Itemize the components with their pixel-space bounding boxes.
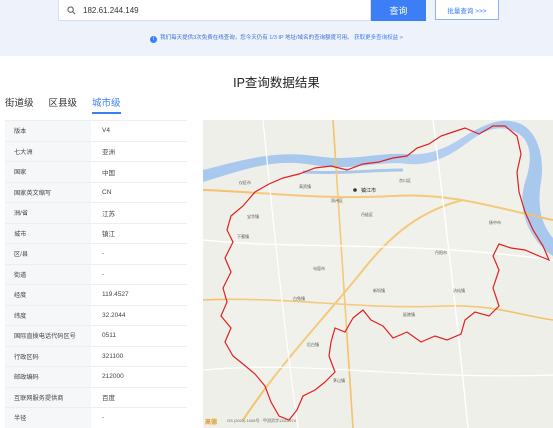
location-map[interactable]: 镇江市 丹徒区 句容市 扬中市 丹阳市 京口区 润州区 宝华镇 下蜀镇 白兔镇 … — [203, 120, 553, 428]
search-box[interactable] — [58, 0, 371, 21]
table-row: 国际直拨电话代码区号 0511 — [5, 326, 187, 347]
row-key: 经度 — [5, 285, 91, 305]
map-place: 扬中市 — [489, 219, 501, 225]
table-row: 区/县 - — [5, 244, 187, 265]
map-place: 句容市 — [313, 265, 325, 271]
search-icon — [67, 5, 76, 14]
row-key: 国际直拨电话代码区号 — [5, 326, 91, 346]
row-value: 0511 — [91, 326, 187, 346]
row-key: 版本 — [5, 121, 91, 141]
map-place: 茅山镇 — [333, 377, 345, 383]
row-key: 街道 — [5, 264, 91, 284]
tab-city[interactable]: 城市级 — [92, 95, 121, 114]
row-key: 半径 — [5, 408, 91, 428]
tab-street[interactable]: 街道级 — [5, 95, 34, 114]
query-button[interactable]: 查询 — [371, 0, 426, 21]
row-value: 32.2044 — [91, 305, 187, 325]
notice-prefix: 我们每天提供3次免费在线查询，您今天仍有 — [160, 35, 268, 41]
row-value: 中国 — [91, 162, 187, 182]
map-place: 访仙镇 — [453, 287, 465, 293]
map-place: 润州区 — [331, 197, 343, 203]
result-table: 版本 V4 七大洲 亚洲 国家 中国 国家英文缩写 CN 洲/省 江苏 城市 镇江 区/县 -… — [5, 120, 187, 428]
row-value: CN — [91, 182, 187, 202]
map-copyright: GS (2025) 1008号 · 甲测资字11110574 — [227, 418, 296, 423]
row-value: 江苏 — [91, 203, 187, 223]
city-marker — [353, 188, 357, 192]
row-key: 互联网服务提供商 — [5, 387, 91, 407]
row-value: - — [91, 244, 187, 264]
info-icon: i — [150, 36, 158, 43]
level-tabs: 街道级 区县级 城市级 — [5, 95, 136, 114]
notice-remaining: 1/3 — [269, 35, 277, 41]
row-value: V4 — [91, 121, 187, 141]
row-key: 七大洲 — [5, 141, 91, 161]
row-key: 城市 — [5, 223, 91, 243]
map-place: 仪征市 — [239, 179, 251, 185]
table-row: 街道 - — [5, 264, 187, 285]
bulk-query-button[interactable]: 批量查询 >>> — [435, 0, 499, 20]
map-place: 京口区 — [399, 177, 411, 183]
quota-notice: i 我们每天提供3次免费在线查询，您今天仍有 1/3 IP 地址/域名的查询额度可… — [0, 33, 553, 43]
row-value: 百度 — [91, 387, 187, 407]
row-key: 纬度 — [5, 305, 91, 325]
row-value: - — [91, 408, 187, 428]
row-key: 国家 — [5, 162, 91, 182]
table-row: 国家英文缩写 CN — [5, 182, 187, 203]
map-place: 下蜀镇 — [237, 233, 249, 239]
tab-district[interactable]: 区县级 — [49, 95, 78, 114]
map-place: 白兔镇 — [293, 295, 305, 301]
table-row: 版本 V4 — [5, 121, 187, 142]
map-place: 新坝镇 — [373, 287, 385, 293]
row-value: - — [91, 264, 187, 284]
row-key: 国家英文缩写 — [5, 182, 91, 202]
map-provider-logo: 高德 — [205, 420, 218, 426]
map-canvas[interactable]: 镇江市 丹徒区 句容市 扬中市 丹阳市 京口区 润州区 宝华镇 下蜀镇 白兔镇 … — [203, 120, 553, 428]
map-place: 丹阳市 — [435, 249, 447, 255]
map-place: 后白镇 — [307, 341, 319, 347]
row-key: 洲/省 — [5, 203, 91, 223]
row-value: 212000 — [91, 367, 187, 387]
ip-search-input[interactable] — [83, 5, 343, 15]
map-place: 延陵镇 — [403, 311, 415, 317]
table-row: 城市 镇江 — [5, 223, 187, 244]
table-row: 纬度 32.2044 — [5, 305, 187, 326]
table-row: 国家 中国 — [5, 162, 187, 183]
table-row: 经度 119.4527 — [5, 285, 187, 306]
row-value: 119.4527 — [91, 285, 187, 305]
more-quota-link[interactable]: 获取更多查询权益 > — [354, 35, 403, 41]
table-row: 洲/省 江苏 — [5, 203, 187, 224]
row-key: 行政区码 — [5, 346, 91, 366]
map-city-label: 镇江市 — [361, 187, 376, 194]
map-place: 丹徒区 — [361, 211, 373, 217]
table-row: 行政区码 321100 — [5, 346, 187, 367]
map-place: 高资镇 — [299, 183, 311, 189]
table-row: 邮政编码 212000 — [5, 367, 187, 388]
row-value: 321100 — [91, 346, 187, 366]
row-key: 区/县 — [5, 244, 91, 264]
row-key: 邮政编码 — [5, 367, 91, 387]
table-row: 半径 - — [5, 408, 187, 428]
map-place: 宝华镇 — [247, 213, 259, 219]
table-row: 互联网服务提供商 百度 — [5, 387, 187, 408]
row-value: 亚洲 — [91, 141, 187, 161]
table-row: 七大洲 亚洲 — [5, 141, 187, 162]
notice-middle: IP 地址/域名的查询额度可用。 — [278, 35, 353, 41]
result-title: IP查询数据结果 — [233, 76, 320, 90]
row-value: 镇江 — [91, 223, 187, 243]
